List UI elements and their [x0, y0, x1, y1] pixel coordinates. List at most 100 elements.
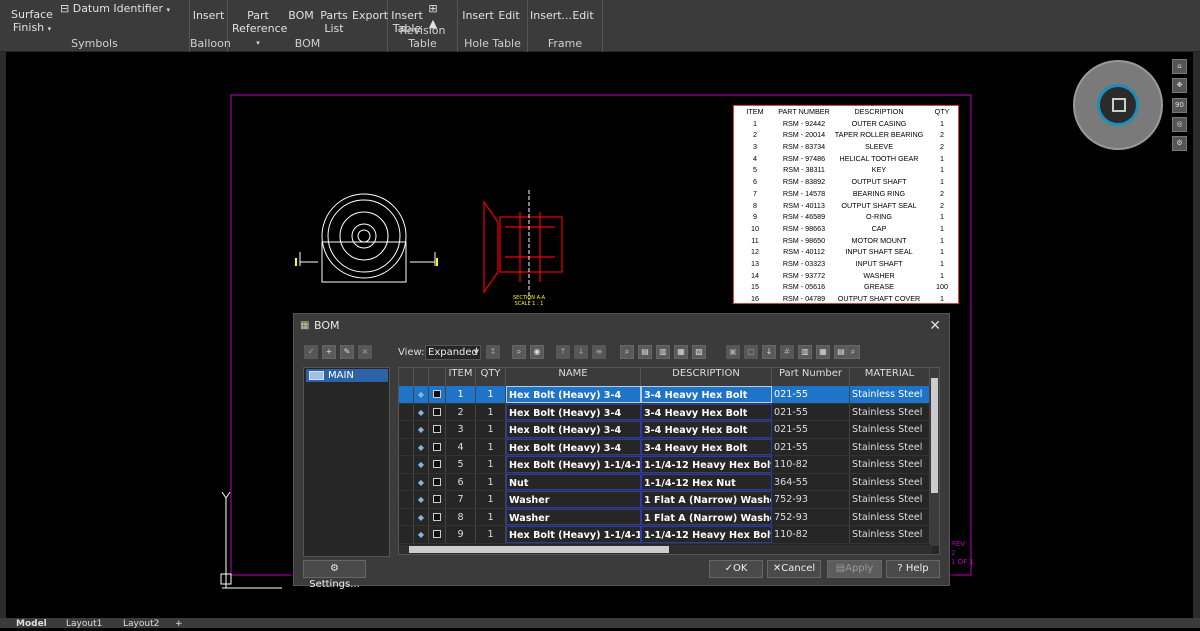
navigation-wheel[interactable]	[1073, 60, 1163, 150]
sort-numeric-icon[interactable]: ↓	[762, 345, 776, 359]
expand-icon[interactable]: ▣	[726, 345, 740, 359]
cell-description: 1-1/4-12 Hex Nut	[641, 473, 772, 490]
dialog-titlebar[interactable]: ▦ BOM ✕	[294, 314, 949, 338]
row-checkbox[interactable]	[429, 421, 446, 438]
checkbox[interactable]	[433, 390, 441, 398]
pan-icon[interactable]: ✥	[1172, 78, 1187, 93]
collapse-icon[interactable]: ▢	[744, 345, 758, 359]
bom-button[interactable]: BOM	[288, 9, 314, 22]
settings-gear-icon[interactable]: ⚙	[1172, 136, 1187, 151]
add-layout-button[interactable]: +	[175, 618, 183, 629]
bom-tree[interactable]: MAIN	[303, 367, 390, 557]
add-item-icon[interactable]: +	[322, 345, 336, 359]
balloon-insert-button[interactable]: Insert	[190, 9, 227, 22]
zoom-to-icon[interactable]: ⌕	[512, 345, 526, 359]
help-button[interactable]: ? Help	[886, 560, 940, 578]
horizontal-scroll-thumb[interactable]	[409, 546, 669, 553]
checkbox[interactable]	[433, 477, 441, 486]
vertical-scroll-thumb[interactable]	[931, 378, 938, 493]
table-icon[interactable]: ▦	[816, 345, 830, 359]
insert-col-icon[interactable]: ▥	[656, 345, 670, 359]
col-part-number[interactable]: Part Number	[772, 368, 850, 386]
move-up-icon[interactable]: ↑	[556, 345, 570, 359]
checkbox[interactable]	[433, 495, 441, 503]
merge-icon[interactable]: ≡	[592, 345, 606, 359]
hole-edit-button[interactable]: Edit	[496, 9, 522, 22]
home-icon[interactable]: ⌂	[1172, 59, 1187, 74]
datum-identifier-button[interactable]: ⊟ Datum Identifier ▾	[60, 2, 170, 17]
grid-row[interactable]: ◆ 7 1 Washer 1 Flat A (Narrow) Washer 752-93 S…	[399, 491, 930, 509]
check-icon[interactable]: ✓	[304, 345, 318, 359]
parts-list-button[interactable]: Parts List	[320, 9, 348, 35]
move-down-icon[interactable]: ↓	[574, 345, 588, 359]
cell-description: 1 Flat A (Narrow) Washer	[641, 491, 772, 508]
checkbox[interactable]	[433, 512, 441, 521]
settings-button[interactable]: ⚙ Settings...	[303, 560, 366, 590]
frame-insert-button[interactable]: Insert...	[530, 9, 572, 22]
col-check[interactable]	[429, 368, 446, 386]
view-select[interactable]: Expanded ▼	[425, 345, 481, 360]
checkbox[interactable]	[433, 442, 441, 451]
preview-icon[interactable]: ⌕	[846, 345, 860, 359]
hole-insert-button[interactable]: Insert	[462, 9, 494, 22]
sort-icon[interactable]: ↕	[486, 345, 500, 359]
col-qty[interactable]: QTY	[476, 368, 506, 386]
grid-row[interactable]: ◆ 1 1 Hex Bolt (Heavy) 3-4 3-4 Heavy Hex Bol…	[399, 386, 930, 404]
tab-layout2[interactable]: Layout2	[123, 618, 159, 629]
columns-icon[interactable]: ▥	[798, 345, 812, 359]
export-button[interactable]: Export	[352, 9, 388, 22]
row-checkbox[interactable]	[429, 508, 446, 525]
cancel-button[interactable]: ✕Cancel	[767, 560, 821, 578]
bom-grid[interactable]: ITEM QTY NAME DESCRIPTION Part Number MA…	[398, 367, 940, 555]
grid-row[interactable]: ◆ 4 1 Hex Bolt (Heavy) 3-4 3-4 Heavy Hex Bol…	[399, 438, 930, 456]
col-name[interactable]: NAME	[506, 368, 641, 386]
grid-row[interactable]: ◆ 9 1 Hex Bolt (Heavy) 1-1/4-12 1-1/4-12 Hea…	[399, 526, 930, 544]
frame-edit-button[interactable]: Edit	[570, 9, 596, 22]
orbit-icon[interactable]: ◎	[1172, 117, 1187, 132]
checkbox[interactable]	[433, 460, 441, 468]
row-checkbox[interactable]	[429, 491, 446, 508]
zoom-button[interactable]: 90	[1172, 98, 1187, 113]
surface-finish-button[interactable]: Surface Finish ▾	[10, 8, 54, 36]
row-checkbox[interactable]	[429, 438, 446, 455]
viewcube[interactable]	[1097, 84, 1139, 126]
row-checkbox[interactable]	[429, 473, 446, 490]
col-material[interactable]: MATERIAL	[850, 368, 930, 386]
grid-row[interactable]: ◆ 2 1 Hex Bolt (Heavy) 3-4 3-4 Heavy Hex Bol…	[399, 403, 930, 421]
checkbox[interactable]	[433, 425, 441, 433]
grid-row[interactable]: ◆ 3 1 Hex Bolt (Heavy) 3-4 3-4 Heavy Hex Bol…	[399, 421, 930, 439]
renumber-icon[interactable]: #	[780, 345, 794, 359]
col-expand[interactable]	[399, 368, 414, 386]
col-description[interactable]: DESCRIPTION	[641, 368, 772, 386]
row-checkbox[interactable]	[429, 403, 446, 420]
vertical-scrollbar[interactable]	[930, 368, 939, 546]
group-icon[interactable]: ▧	[692, 345, 706, 359]
row-checkbox[interactable]	[429, 386, 446, 403]
close-icon[interactable]: ✕	[929, 314, 941, 338]
checkbox[interactable]	[433, 407, 441, 416]
tab-layout1[interactable]: Layout1	[66, 618, 102, 629]
checkbox[interactable]	[433, 530, 441, 538]
tab-model[interactable]: Model	[16, 618, 47, 629]
isolate-icon[interactable]: ◉	[530, 345, 544, 359]
edit-item-icon[interactable]: ✎	[340, 345, 354, 359]
col-marker[interactable]	[414, 368, 429, 386]
insert-row-icon[interactable]: ▤	[638, 345, 652, 359]
tree-item-main[interactable]: MAIN	[306, 369, 388, 382]
cell-part-number: RSM - 38311	[783, 165, 825, 175]
col-item[interactable]: ITEM	[446, 368, 476, 386]
parts-list-table[interactable]: ITEM PART NUMBER DESCRIPTION QTY 1 RSM - …	[733, 105, 959, 304]
row-checkbox[interactable]	[429, 526, 446, 543]
apply-button[interactable]: ▤Apply	[827, 560, 882, 578]
delete-icon[interactable]: ×	[358, 345, 372, 359]
revision-icon[interactable]: ⊞	[426, 2, 440, 15]
ok-button[interactable]: ✓OK	[709, 560, 763, 578]
horizontal-scrollbar[interactable]	[399, 545, 932, 554]
find-icon[interactable]: ⌕	[620, 345, 634, 359]
split-icon[interactable]: ▦	[674, 345, 688, 359]
grid-row[interactable]: ◆ 5 1 Hex Bolt (Heavy) 1-1/4-12 1-1/4-12 Hea…	[399, 456, 930, 474]
row-checkbox[interactable]	[429, 456, 446, 473]
grid-row[interactable]: ◆ 6 1 Nut 1-1/4-12 Hex Nut 364-55 Stainless St…	[399, 473, 930, 491]
grid-row[interactable]: ◆ 8 1 Washer 1 Flat A (Narrow) Washer 752-93 S…	[399, 508, 930, 526]
cell-name: Hex Bolt (Heavy) 3-4	[506, 421, 641, 438]
